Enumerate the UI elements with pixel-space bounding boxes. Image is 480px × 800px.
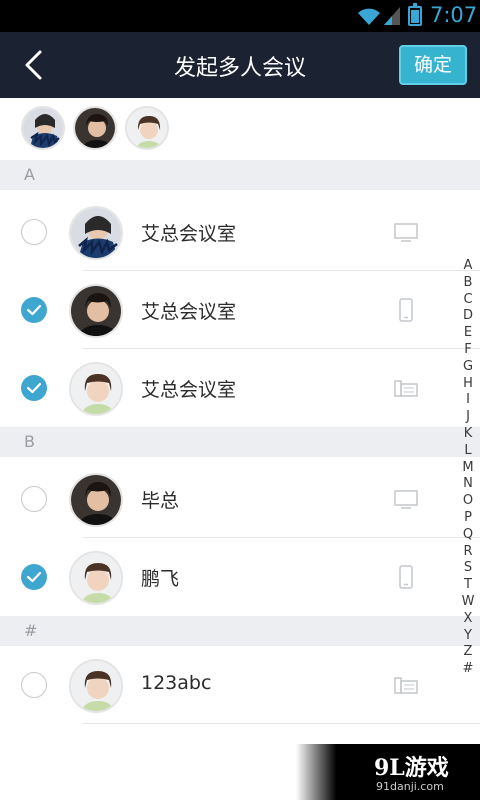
index-letter[interactable]: Y — [458, 628, 478, 645]
watermark-url: 91danji.com — [376, 780, 444, 793]
select-radio-checked[interactable] — [21, 375, 47, 401]
battery-icon — [408, 3, 422, 26]
index-letter[interactable]: I — [458, 392, 478, 409]
contact-name: 123abc — [141, 672, 212, 694]
phone-icon — [399, 298, 413, 322]
signal-icon — [384, 7, 400, 25]
monitor-icon — [394, 223, 418, 242]
index-letter[interactable]: L — [458, 443, 478, 460]
selected-participants — [0, 98, 480, 160]
index-letter[interactable]: S — [458, 560, 478, 577]
index-letter[interactable]: J — [458, 409, 478, 426]
contact-name: 鹏飞 — [141, 568, 180, 590]
watermark-logo: 9L游戏 — [374, 755, 449, 781]
select-radio-checked[interactable] — [21, 297, 47, 323]
index-letter[interactable]: R — [458, 544, 478, 561]
select-radio-checked[interactable] — [21, 564, 47, 590]
index-letter[interactable]: Z — [458, 644, 478, 661]
section-letter: A — [24, 165, 35, 184]
section-letter: # — [24, 621, 38, 640]
index-letter[interactable]: W — [458, 594, 478, 611]
avatar — [69, 473, 123, 527]
contact-row[interactable]: 艾总会议室 — [0, 193, 480, 271]
alphabet-index[interactable]: A B C D E F G H I J K L M N O P Q R S T W X Y Z # — [458, 258, 478, 678]
confirm-button[interactable]: 确定 — [399, 45, 467, 85]
phone-icon — [399, 565, 413, 589]
index-letter[interactable]: H — [458, 376, 478, 393]
section-letter: B — [24, 432, 35, 451]
index-letter[interactable]: X — [458, 611, 478, 628]
avatar — [69, 551, 123, 605]
section-header-hash: # — [0, 616, 480, 646]
select-radio[interactable] — [21, 672, 47, 698]
index-letter[interactable]: E — [458, 325, 478, 342]
index-letter[interactable]: G — [458, 359, 478, 376]
index-letter[interactable]: # — [458, 661, 478, 678]
contact-name: 艾总会议室 — [141, 301, 237, 323]
index-letter[interactable]: P — [458, 510, 478, 527]
contact-name: 毕总 — [141, 490, 180, 512]
monitor-icon — [394, 490, 418, 509]
desk-phone-icon — [394, 677, 418, 694]
avatar — [69, 206, 123, 260]
index-letter[interactable]: O — [458, 493, 478, 510]
section-header-a: A — [0, 160, 480, 190]
index-letter[interactable]: T — [458, 577, 478, 594]
select-radio[interactable] — [21, 219, 47, 245]
watermark: 9L游戏 91danji.com — [296, 744, 480, 800]
divider — [82, 723, 480, 724]
wifi-icon — [358, 8, 380, 25]
select-radio[interactable] — [21, 486, 47, 512]
index-letter[interactable]: B — [458, 275, 478, 292]
section-header-b: B — [0, 427, 480, 457]
avatar — [69, 362, 123, 416]
contact-row[interactable]: 艾总会议室 — [0, 349, 480, 427]
contact-name: 艾总会议室 — [141, 223, 237, 245]
index-letter[interactable]: Q — [458, 527, 478, 544]
desk-phone-icon — [394, 380, 418, 397]
title-bar: 发起多人会议 确定 — [0, 32, 480, 98]
selected-avatar[interactable] — [125, 106, 169, 150]
avatar — [69, 659, 123, 713]
contact-row[interactable]: 鹏飞 — [0, 538, 480, 616]
index-letter[interactable]: C — [458, 292, 478, 309]
avatar — [69, 284, 123, 338]
index-letter[interactable]: K — [458, 426, 478, 443]
contact-row[interactable]: 艾总会议室 — [0, 271, 480, 349]
index-letter[interactable]: M — [458, 460, 478, 477]
index-letter[interactable]: F — [458, 342, 478, 359]
status-bar: 7:07 — [0, 0, 480, 32]
index-letter[interactable]: A — [458, 258, 478, 275]
index-letter[interactable]: N — [458, 476, 478, 493]
status-time: 7:07 — [430, 3, 478, 27]
index-letter[interactable]: D — [458, 308, 478, 325]
contact-row[interactable]: 毕总 — [0, 460, 480, 538]
contact-name: 艾总会议室 — [141, 379, 237, 401]
selected-avatar[interactable] — [21, 106, 65, 150]
contact-row[interactable]: 123abc — [0, 646, 480, 724]
selected-avatar[interactable] — [73, 106, 117, 150]
